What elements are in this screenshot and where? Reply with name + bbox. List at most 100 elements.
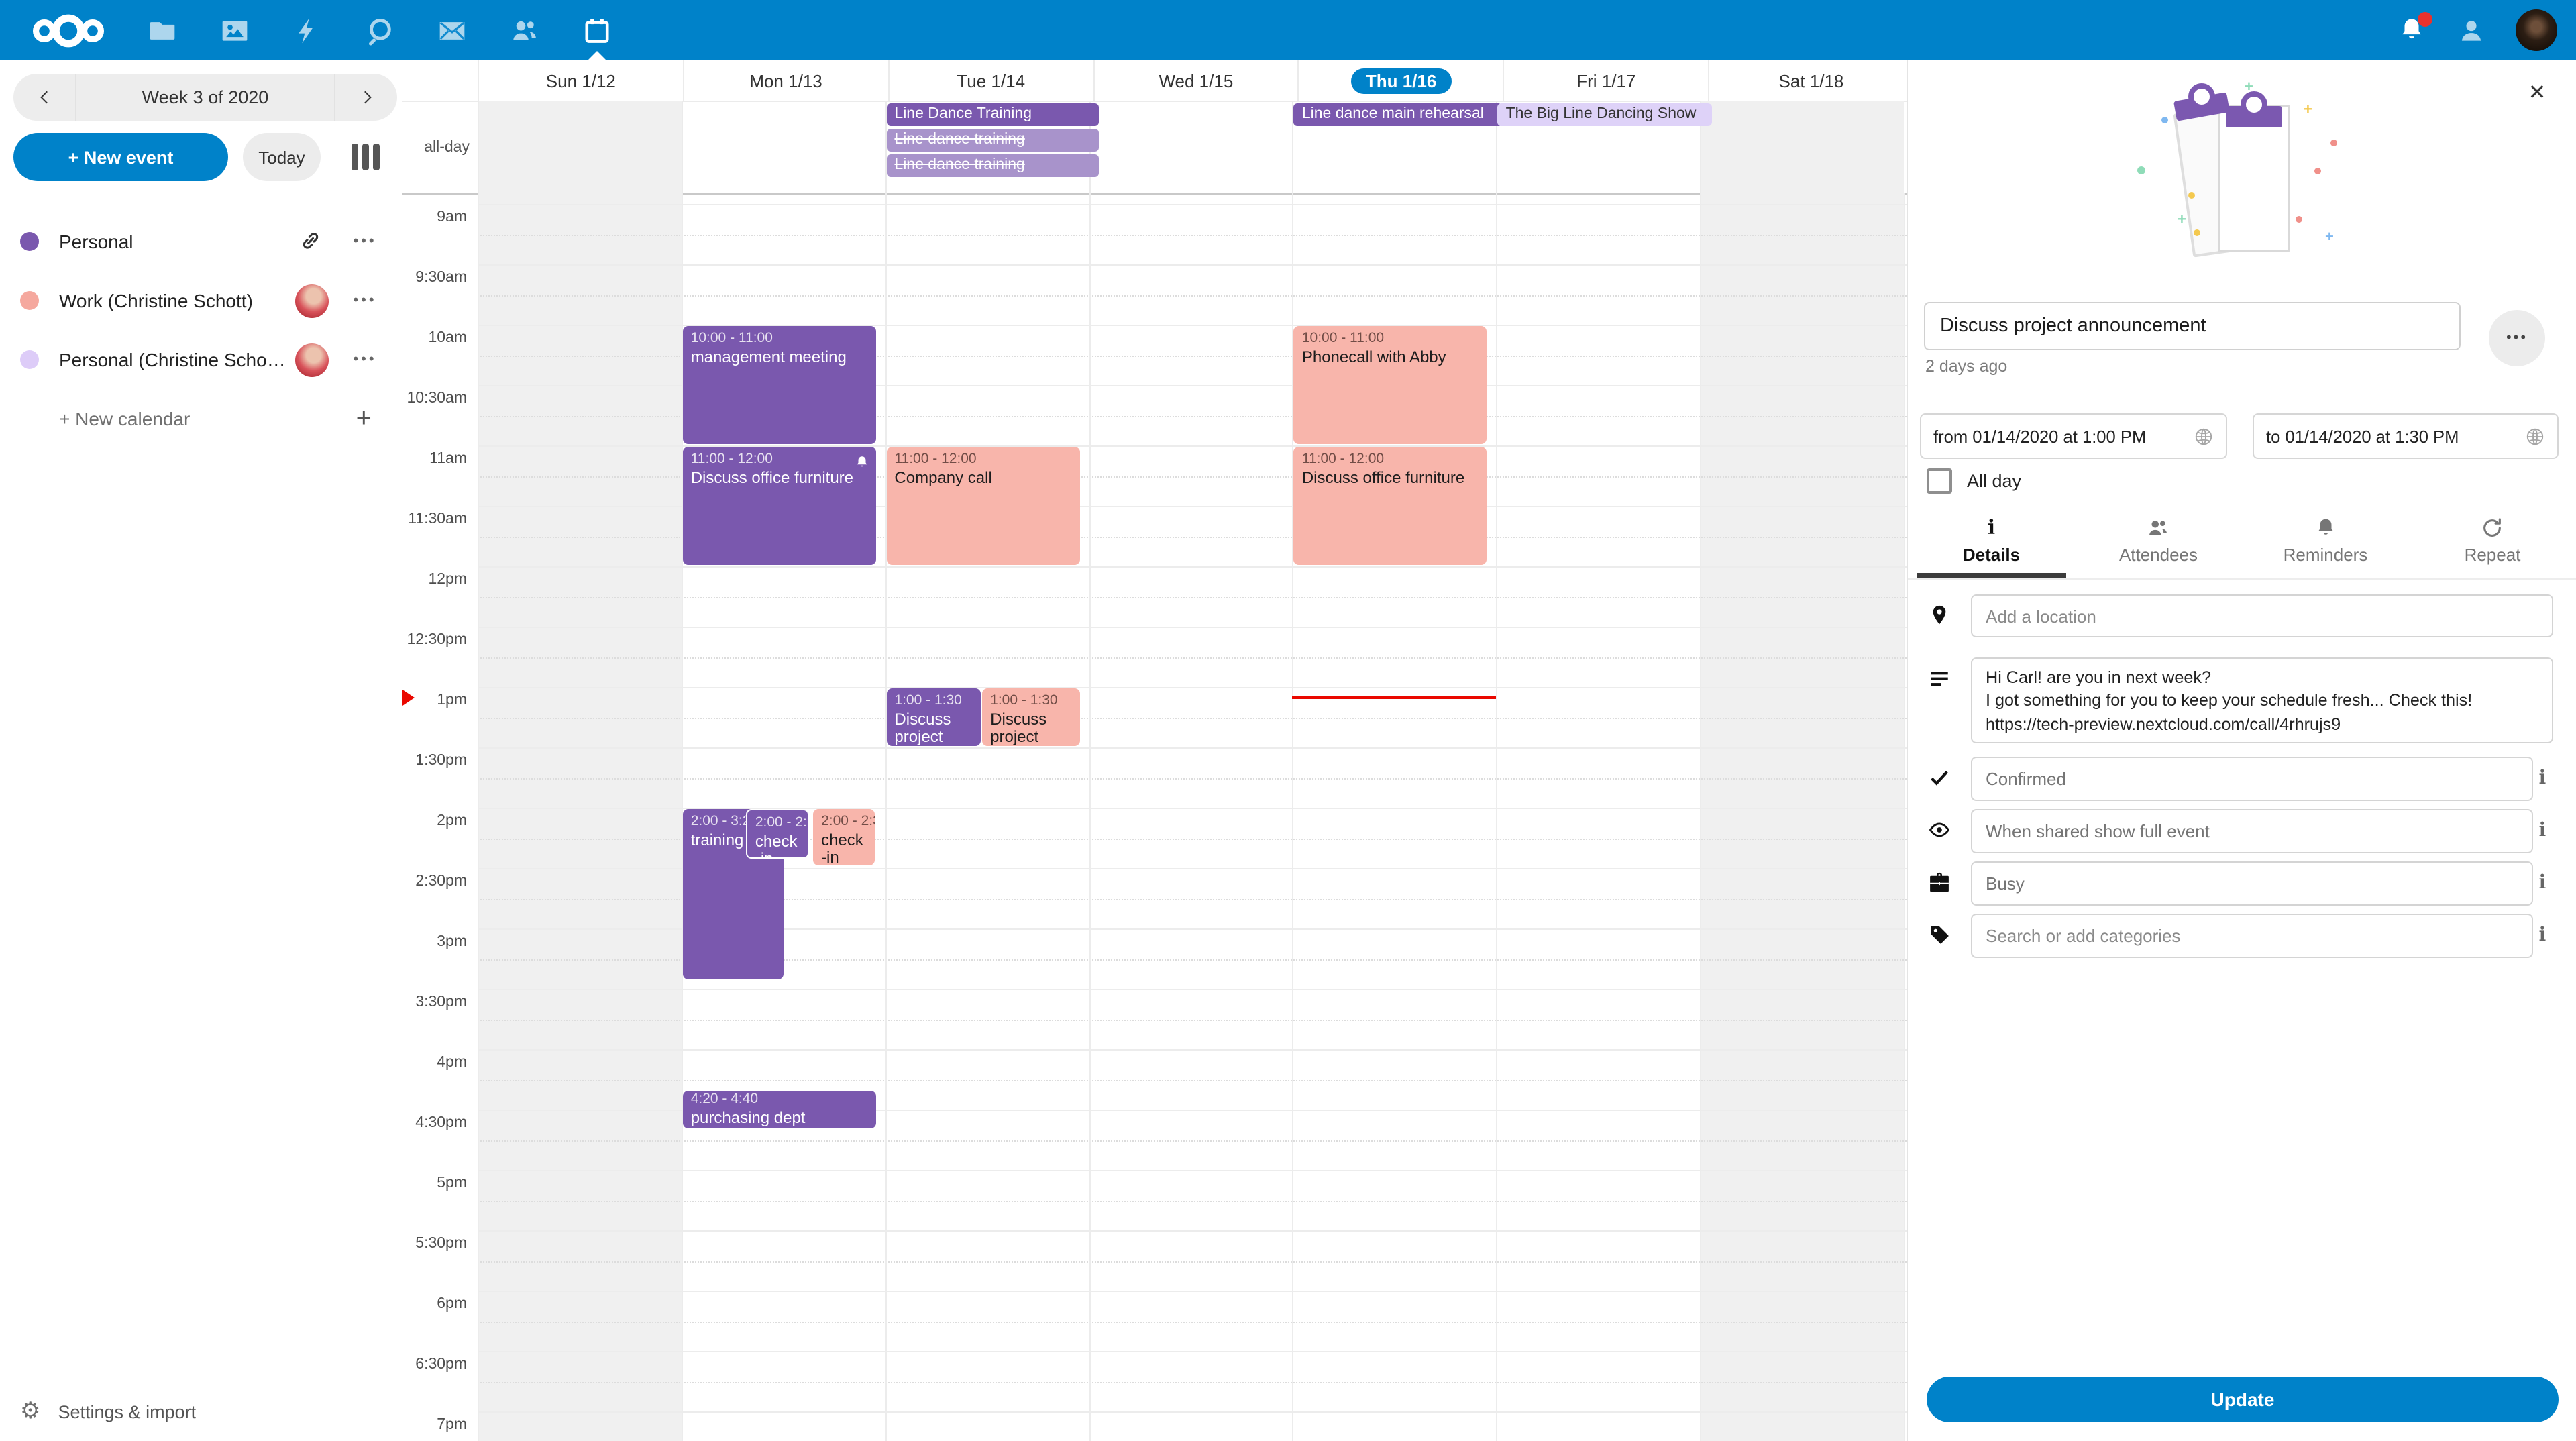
talk-app-icon[interactable] bbox=[343, 0, 416, 60]
all-day-checkbox[interactable]: All day bbox=[1927, 468, 2021, 494]
day-header-tue[interactable]: Tue 1/14 bbox=[888, 60, 1093, 101]
day-header-wed[interactable]: Wed 1/15 bbox=[1093, 60, 1298, 101]
settings-import[interactable]: ⚙ Settings & import bbox=[0, 1382, 402, 1441]
user-avatar[interactable] bbox=[2516, 9, 2557, 51]
tab-attendees[interactable]: Attendees bbox=[2075, 503, 2242, 578]
event-check-in[interactable]: 2:00 - 2:30check-in bbox=[746, 809, 809, 859]
event-company-call[interactable]: 11:00 - 12:00Company call bbox=[886, 447, 1079, 565]
confetti-dot: + bbox=[2304, 107, 2312, 115]
all-day-event[interactable]: The Big Line Dancing Show bbox=[1498, 103, 1712, 126]
calendar-color-dot bbox=[20, 291, 39, 310]
categories-info-icon[interactable]: i bbox=[2533, 924, 2552, 946]
next-week-button[interactable] bbox=[335, 74, 397, 121]
timezone-globe-icon[interactable] bbox=[2194, 426, 2214, 446]
app-launcher bbox=[126, 0, 633, 60]
calendar-actions-menu[interactable]: ••• bbox=[347, 292, 382, 309]
all-day-event[interactable]: Line dance training bbox=[886, 129, 1099, 152]
quarter-hour-line bbox=[478, 1019, 1907, 1020]
calendar-list: Personal•••Work (Christine Schott)•••Per… bbox=[0, 212, 402, 448]
tab-reminders[interactable]: Reminders bbox=[2242, 503, 2409, 578]
week-navigation: Week 3 of 2020 bbox=[13, 74, 397, 121]
end-datetime-value: to 01/14/2020 at 1:30 PM bbox=[2266, 426, 2459, 446]
day-header-thu[interactable]: Thu 1/16 bbox=[1298, 60, 1503, 101]
half-hour-line bbox=[478, 627, 1907, 628]
calendar-name: Personal bbox=[59, 231, 299, 252]
freebusy-info-icon[interactable]: i bbox=[2533, 872, 2552, 894]
close-icon[interactable]: ✕ bbox=[2522, 79, 2552, 109]
nextcloud-logo[interactable] bbox=[30, 10, 107, 50]
quarter-hour-line bbox=[478, 657, 1907, 658]
end-datetime-field[interactable]: to 01/14/2020 at 1:30 PM bbox=[2253, 413, 2559, 459]
calendar-app-icon[interactable] bbox=[561, 0, 633, 60]
week-label[interactable]: Week 3 of 2020 bbox=[75, 74, 335, 121]
quarter-hour-line bbox=[478, 1140, 1907, 1141]
event-title: management meeting bbox=[691, 348, 868, 367]
previous-week-button[interactable] bbox=[13, 74, 75, 121]
event-discuss-office-furniture[interactable]: 11:00 - 12:00Discuss office furniture bbox=[1294, 447, 1487, 565]
activity-app-icon[interactable] bbox=[271, 0, 343, 60]
confetti-dot: + bbox=[2245, 83, 2253, 91]
time-label: 5pm bbox=[402, 1175, 467, 1191]
calendar-actions-menu[interactable]: ••• bbox=[347, 233, 382, 250]
notification-badge bbox=[2418, 11, 2432, 26]
categories-input[interactable] bbox=[1971, 914, 2533, 958]
all-day-event[interactable]: Line Dance Training bbox=[886, 103, 1099, 126]
event-check-in[interactable]: 2:00 - 2:30check-in bbox=[813, 809, 875, 865]
event-discuss-project-announcement[interactable]: 1:00 - 1:30Discuss project announcement bbox=[886, 688, 980, 746]
time-label: 12pm bbox=[402, 572, 467, 588]
event-title: Discuss project announcement bbox=[894, 710, 972, 746]
calendar-item-work-christine[interactable]: Work (Christine Schott)••• bbox=[0, 271, 402, 330]
status-info-icon[interactable]: i bbox=[2533, 767, 2552, 789]
calendar-color-dot bbox=[20, 232, 39, 251]
day-header-mon[interactable]: Mon 1/13 bbox=[683, 60, 888, 101]
photos-app-icon[interactable] bbox=[199, 0, 271, 60]
event-purchasing-dept[interactable]: 4:20 - 4:40purchasing dept bbox=[683, 1091, 876, 1128]
half-hour-line bbox=[478, 989, 1907, 990]
location-input[interactable] bbox=[1971, 594, 2553, 637]
all-day-label: all-day bbox=[402, 101, 470, 193]
day-header-sun[interactable]: Sun 1/12 bbox=[478, 60, 683, 101]
event-title-input[interactable] bbox=[1924, 302, 2461, 350]
more-actions-button[interactable]: ••• bbox=[2489, 310, 2545, 366]
week-view-toggle-icon[interactable] bbox=[350, 142, 380, 172]
time-label: 1:30pm bbox=[402, 753, 467, 769]
calendar-week-view: Sun 1/12Mon 1/13Tue 1/14Wed 1/15Thu 1/16… bbox=[402, 60, 1907, 1441]
event-phonecall-with-abby[interactable]: 10:00 - 11:00Phonecall with Abby bbox=[1294, 326, 1487, 444]
contacts-app-icon[interactable] bbox=[488, 0, 561, 60]
tab-repeat[interactable]: Repeat bbox=[2409, 503, 2576, 578]
event-discuss-office-furniture[interactable]: 11:00 - 12:00Discuss office furniture bbox=[683, 447, 876, 565]
description-textarea[interactable]: Hi Carl! are you in next week? I got som… bbox=[1971, 657, 2553, 743]
notifications-bell-icon[interactable] bbox=[2398, 15, 2427, 45]
day-header-fri[interactable]: Fri 1/17 bbox=[1503, 60, 1708, 101]
files-app-icon[interactable] bbox=[126, 0, 199, 60]
time-label: 2:30pm bbox=[402, 873, 467, 890]
checkbox-box[interactable] bbox=[1927, 468, 1952, 494]
freebusy-select[interactable]: Busy bbox=[1971, 861, 2533, 906]
share-link-icon[interactable] bbox=[299, 229, 323, 254]
update-button[interactable]: Update bbox=[1927, 1377, 2559, 1422]
contacts-menu-icon[interactable] bbox=[2457, 15, 2486, 45]
new-calendar-button[interactable]: + New calendar+ bbox=[0, 389, 402, 448]
confetti-dot: + bbox=[2178, 216, 2186, 224]
event-management-meeting[interactable]: 10:00 - 11:00management meeting bbox=[683, 326, 876, 444]
calendar-item-personal[interactable]: Personal ••• bbox=[0, 212, 402, 271]
calendar-actions-menu[interactable]: ••• bbox=[347, 352, 382, 368]
tab-details[interactable]: iDetails bbox=[1908, 503, 2075, 578]
visibility-info-icon[interactable]: i bbox=[2533, 820, 2552, 841]
calendar-item-personal-christine[interactable]: Personal (Christine Scho…••• bbox=[0, 330, 402, 389]
visibility-select[interactable]: When shared show full event bbox=[1971, 809, 2533, 853]
start-datetime-field[interactable]: from 01/14/2020 at 1:00 PM bbox=[1920, 413, 2227, 459]
repeat-icon bbox=[2481, 516, 2504, 539]
visibility-value: When shared show full event bbox=[1986, 821, 2210, 841]
column-separator bbox=[478, 193, 479, 1441]
status-select[interactable]: Confirmed bbox=[1971, 757, 2533, 801]
top-navbar bbox=[0, 0, 2576, 60]
all-day-event[interactable]: Line dance training bbox=[886, 154, 1099, 177]
today-button[interactable]: Today bbox=[243, 133, 321, 181]
timezone-globe-icon[interactable] bbox=[2525, 426, 2545, 446]
mail-app-icon[interactable] bbox=[416, 0, 488, 60]
day-header-sat[interactable]: Sat 1/18 bbox=[1708, 60, 1913, 101]
new-event-button[interactable]: + New event bbox=[13, 133, 228, 181]
event-discuss-project-announcement[interactable]: 1:00 - 1:30Discuss project announcement bbox=[982, 688, 1081, 746]
all-day-event[interactable]: Line dance main rehearsal bbox=[1294, 103, 1503, 126]
